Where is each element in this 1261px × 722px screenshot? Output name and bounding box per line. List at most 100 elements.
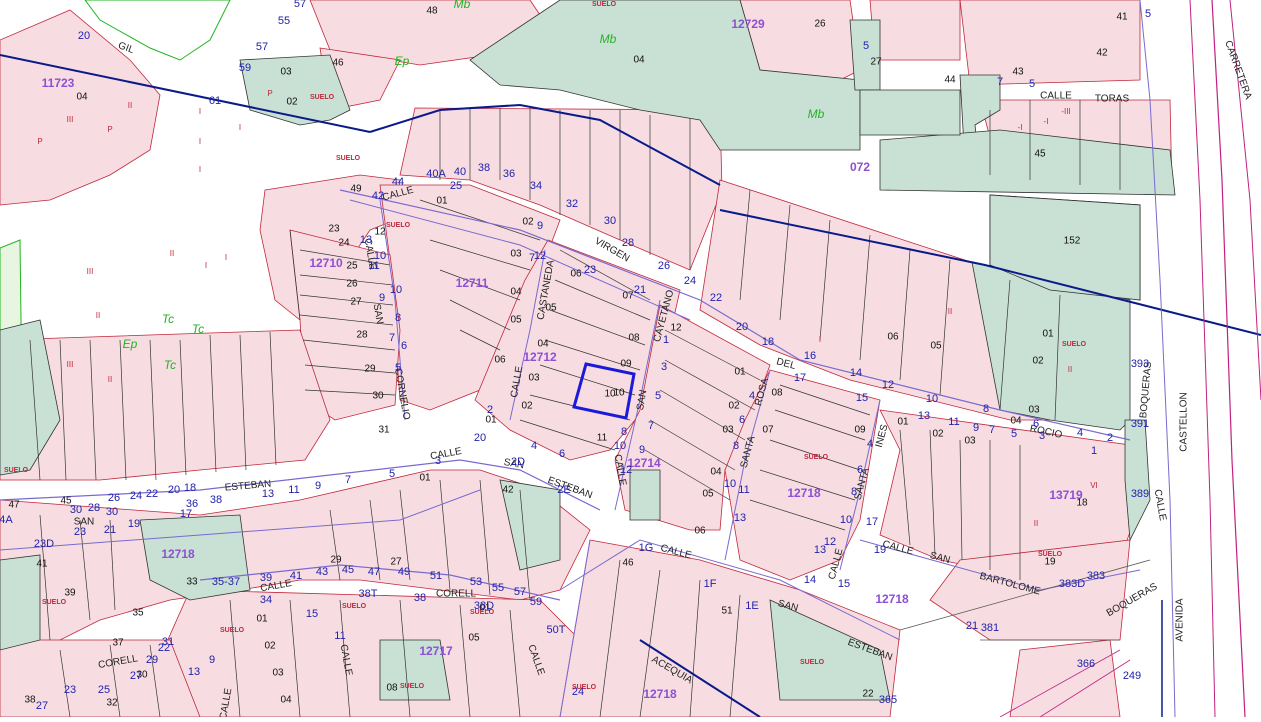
street-number: 14 bbox=[850, 367, 862, 379]
street-number: 21 bbox=[966, 620, 978, 632]
street-number: 22 bbox=[710, 292, 722, 304]
street-number: 9 bbox=[639, 444, 645, 456]
street-number: 40A bbox=[426, 168, 446, 180]
street-number: 3 bbox=[1039, 430, 1045, 442]
parcel-number: 02 bbox=[521, 401, 533, 412]
suelo-label: SUELO bbox=[386, 222, 411, 229]
suelo-label: SUELO bbox=[336, 155, 361, 162]
parcel-number: 03 bbox=[722, 425, 734, 436]
street-number: 10 bbox=[840, 514, 852, 526]
suelo-label: SUELO bbox=[800, 659, 825, 666]
street-number: 2 bbox=[1107, 432, 1113, 444]
street-number: 5 bbox=[389, 468, 395, 480]
landuse-label: Mb bbox=[808, 107, 825, 121]
parcel-number: 04 bbox=[633, 55, 645, 66]
street-number: 29 bbox=[146, 654, 158, 666]
parcel-number: 05 bbox=[545, 303, 557, 314]
street-number: 4 bbox=[531, 440, 537, 452]
parcel-number: 152 bbox=[1064, 236, 1081, 247]
parcel-number: 06 bbox=[494, 355, 506, 366]
parcel-number: 41 bbox=[1116, 12, 1128, 23]
street-number: 44 bbox=[392, 176, 404, 188]
floor-code-label: II bbox=[128, 101, 132, 110]
floor-code-label: III bbox=[87, 267, 94, 276]
street-number: 1 bbox=[1091, 445, 1097, 457]
floor-code-label: I bbox=[239, 123, 241, 132]
street-number: 10 bbox=[614, 440, 626, 452]
street-number: 5 bbox=[1011, 428, 1017, 440]
street-number: 59 bbox=[239, 62, 251, 74]
street-number: 391 bbox=[1131, 418, 1149, 430]
street-number: 1 bbox=[663, 334, 669, 346]
parcel-number: 05 bbox=[468, 633, 480, 644]
parcel-number: 04 bbox=[710, 467, 722, 478]
street-number: 50T bbox=[547, 624, 566, 636]
floor-code-label: I bbox=[225, 253, 227, 262]
parcel-number: 33 bbox=[186, 577, 198, 588]
street-number: 2 bbox=[487, 404, 493, 416]
street-number: 12 bbox=[620, 464, 632, 476]
parcel-number: 18 bbox=[1076, 498, 1088, 509]
cadastral-map[interactable]: Ep Mb Mb Mb Ep Tc Tc Tc 11723 12729 072 12711 12710 1… bbox=[0, 0, 1261, 721]
parcel-block-green bbox=[0, 554, 41, 651]
parcel-number: 03 bbox=[510, 249, 522, 260]
parcel-block-pink bbox=[959, 0, 1141, 86]
parcel-number: 06 bbox=[570, 269, 582, 280]
parcel-number: 01 bbox=[419, 473, 431, 484]
suelo-label: SUELO bbox=[310, 94, 335, 101]
parcel-number: 06 bbox=[694, 526, 706, 537]
street-number: 18 bbox=[762, 336, 774, 348]
street-number: 5 bbox=[863, 40, 869, 52]
parcel-number: 08 bbox=[386, 683, 398, 694]
street-number: 9 bbox=[537, 220, 543, 232]
floor-code-label: II bbox=[170, 249, 174, 258]
street-number: 26 bbox=[108, 492, 120, 504]
street-number: 23D bbox=[34, 538, 54, 550]
parcel-number: 11 bbox=[597, 433, 608, 444]
street-number: 19 bbox=[874, 544, 886, 556]
street-number: 9 bbox=[209, 654, 215, 666]
street-number: 34 bbox=[260, 594, 272, 606]
parcel-number: 03 bbox=[280, 67, 292, 78]
street-number: 24 bbox=[572, 686, 584, 698]
street-number: 59 bbox=[530, 596, 542, 608]
block-number-label: 12729 bbox=[731, 17, 765, 31]
parcel-number: 01 bbox=[436, 196, 448, 207]
street-number: 2D bbox=[511, 456, 525, 468]
parcel-number: 07 bbox=[622, 291, 634, 302]
parcel-number: 48 bbox=[426, 6, 438, 17]
landuse-label: Ep bbox=[123, 337, 138, 351]
street-number: 45 bbox=[342, 564, 354, 576]
street-number: 5 bbox=[395, 362, 401, 374]
landuse-label: Tc bbox=[162, 312, 174, 326]
street-number: 53 bbox=[470, 576, 482, 588]
parcel-number: 46 bbox=[622, 558, 634, 569]
parcel-number: 01 bbox=[1042, 329, 1054, 340]
suelo-label: SUELO bbox=[592, 1, 617, 8]
street-number: 13 bbox=[734, 512, 746, 524]
street-number: 393 bbox=[1131, 358, 1149, 370]
parcel-number: 01 bbox=[256, 614, 268, 625]
landuse-label: Tc bbox=[192, 322, 204, 336]
block-number-label: 12711 bbox=[456, 276, 489, 290]
parcel-number: 04 bbox=[280, 695, 292, 706]
street-number: 6 bbox=[857, 464, 863, 476]
parcel-number: 37 bbox=[112, 638, 124, 649]
map-canvas[interactable]: EpMbMbMbEpTcTcTc117231272907212711127101… bbox=[0, 0, 1261, 721]
floor-code-label: III bbox=[67, 360, 74, 369]
street-number: 30 bbox=[604, 215, 616, 227]
block-number-label: 12714 bbox=[627, 456, 661, 470]
suelo-label: SUELO bbox=[804, 454, 829, 461]
parcel-number: 08 bbox=[628, 333, 640, 344]
parcel-block-green bbox=[629, 469, 661, 521]
street-number: 13 bbox=[188, 666, 200, 678]
parcel-number: 12 bbox=[670, 323, 682, 334]
street-number: 19 bbox=[128, 518, 140, 530]
street-number: 30 bbox=[106, 506, 118, 518]
street-number: 55 bbox=[492, 582, 504, 594]
parcel-number: 23 bbox=[328, 224, 340, 235]
parcel-number: 49 bbox=[350, 184, 362, 195]
street-number: 55 bbox=[278, 15, 290, 27]
floor-code-label: II bbox=[1034, 519, 1038, 528]
suelo-label: SUELO bbox=[342, 603, 367, 610]
